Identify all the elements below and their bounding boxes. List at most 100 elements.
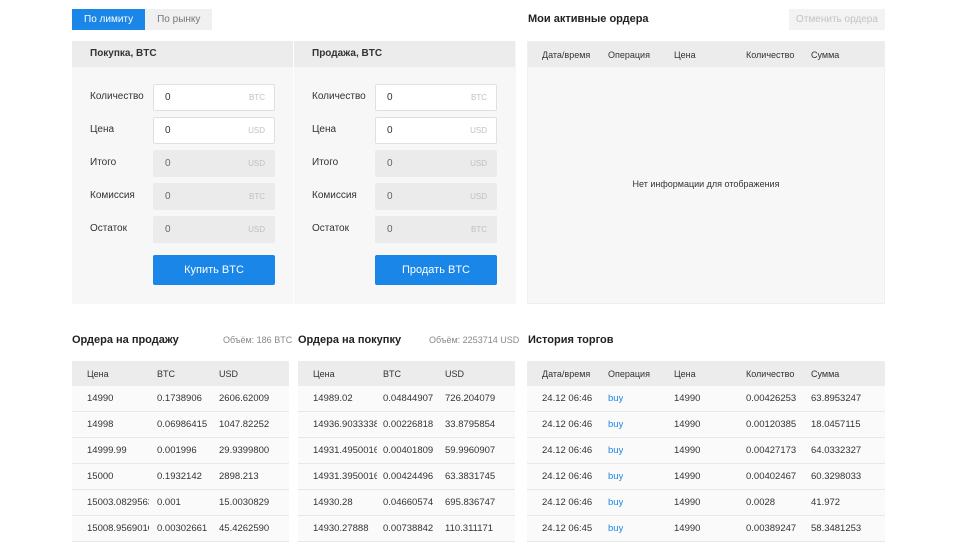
buy-total-label: Итого bbox=[90, 157, 117, 168]
table-row[interactable]: 15008.95690106 0.00302661 45.4262590 bbox=[72, 516, 289, 542]
sell-btc-button[interactable]: Продать BTC bbox=[375, 255, 497, 285]
history-datetime-cell: 24.12 06:45 bbox=[542, 523, 593, 534]
history-operation-cell: buy bbox=[608, 471, 624, 482]
buy-price-cell: 14989.02 bbox=[313, 393, 353, 404]
history-price-cell: 14990 bbox=[674, 445, 701, 456]
sell-price-label: Цена bbox=[312, 124, 337, 135]
table-row[interactable]: 14998 0.06986415 1047.82252 bbox=[72, 412, 289, 438]
buy-btc-cell: 0.00226818 bbox=[383, 419, 434, 430]
buy-usd-cell: 695.836747 bbox=[445, 497, 496, 508]
sell-price-input[interactable]: 0 USD bbox=[375, 117, 497, 144]
buy-fee-value: 0 bbox=[165, 191, 171, 202]
history-amount-cell: 0.00426253 bbox=[746, 393, 797, 404]
sell-orders-header: Цена BTC USD bbox=[72, 361, 289, 386]
buy-btc-button[interactable]: Купить BTC bbox=[153, 255, 275, 285]
table-row[interactable]: 14990 0.1738906 2606.62009 bbox=[72, 386, 289, 412]
table-row[interactable]: 15000 0.1932142 2898.213 bbox=[72, 464, 289, 490]
buy-total-field: 0 USD bbox=[153, 150, 275, 177]
buy-balance-label: Остаток bbox=[90, 223, 127, 234]
trade-history-title: История торгов bbox=[528, 334, 614, 346]
table-row[interactable]: 14930.28 0.04660574 695.836747 bbox=[298, 490, 515, 516]
sell-price-cell: 15008.95690106 bbox=[87, 523, 149, 534]
sell-balance-value: 0 bbox=[387, 224, 393, 235]
sell-total-unit: USD bbox=[470, 159, 487, 168]
sell-price-row: Цена 0 USD bbox=[294, 117, 515, 144]
cancel-orders-button[interactable]: Отменить ордера bbox=[789, 9, 885, 30]
history-operation-cell: buy bbox=[608, 497, 624, 508]
table-row[interactable]: 24.12 06:46 buy 14990 0.00120385 18.0457… bbox=[527, 412, 885, 438]
sell-price-value: 0 bbox=[387, 125, 393, 136]
buy-price-label: Цена bbox=[90, 124, 115, 135]
table-row[interactable]: 14936.90333389 0.00226818 33.8795854 bbox=[298, 412, 515, 438]
sell-balance-label: Остаток bbox=[312, 223, 349, 234]
history-sum-cell: 18.0457115 bbox=[811, 419, 861, 430]
active-col-amount: Количество bbox=[746, 50, 795, 60]
history-sum-cell: 64.0332327 bbox=[811, 445, 862, 456]
buy-fee-row: Комиссия 0 BTC bbox=[72, 183, 293, 210]
sell-usd-cell: 29.9399800 bbox=[219, 445, 270, 456]
buy-usd-cell: 59.9960907 bbox=[445, 445, 496, 456]
buy-usd-cell: 63.3831745 bbox=[445, 471, 496, 482]
table-row[interactable]: 15003.0829563 0.001 15.0030829 bbox=[72, 490, 289, 516]
table-row[interactable]: 14999.99 0.001996 29.9399800 bbox=[72, 438, 289, 464]
buy-orders-title: Ордера на покупку bbox=[298, 334, 402, 346]
buy-btc-cell: 0.04660574 bbox=[383, 497, 434, 508]
buy-form: Покупка, BTC Количество 0 BTC Цена 0 USD… bbox=[72, 41, 293, 304]
sell-amount-unit: BTC bbox=[471, 93, 487, 102]
sell-price-cell: 15003.0829563 bbox=[87, 497, 149, 508]
table-row[interactable]: 14931.49500167 0.00401809 59.9960907 bbox=[298, 438, 515, 464]
history-operation-cell: buy bbox=[608, 445, 624, 456]
sell-balance-row: Остаток 0 BTC bbox=[294, 216, 515, 243]
sell-btc-cell: 0.001 bbox=[157, 497, 181, 508]
table-row[interactable]: 24.12 06:46 buy 14990 0.00426253 63.8953… bbox=[527, 386, 885, 412]
sell-fee-value: 0 bbox=[387, 191, 393, 202]
history-price-cell: 14990 bbox=[674, 523, 701, 534]
history-price-cell: 14990 bbox=[674, 471, 701, 482]
sell-orders-volume: Объём: 186 BTC bbox=[223, 335, 293, 345]
history-datetime-cell: 24.12 06:46 bbox=[542, 393, 593, 404]
table-row[interactable]: 24.12 06:46 buy 14990 0.0028 41.972 bbox=[527, 490, 885, 516]
buy-price-input[interactable]: 0 USD bbox=[153, 117, 275, 144]
buy-amount-value: 0 bbox=[165, 92, 171, 103]
history-operation-cell: buy bbox=[608, 393, 624, 404]
buy-fee-label: Комиссия bbox=[90, 190, 135, 201]
buy-orders-table: Цена BTC USD 14989.02 0.04844907 726.204… bbox=[298, 361, 515, 545]
order-mode-tabs: По лимиту По рынку bbox=[72, 9, 213, 30]
buy-form-title: Покупка, BTC bbox=[72, 41, 293, 67]
buy-price-row: Цена 0 USD bbox=[72, 117, 293, 144]
buy-price-value: 0 bbox=[165, 125, 171, 136]
active-orders-title: Мои активные ордера bbox=[528, 13, 649, 25]
buy-usd-cell: 33.8795854 bbox=[445, 419, 496, 430]
buy-amount-label: Количество bbox=[90, 91, 144, 102]
table-row[interactable]: 14930.27888 0.00738842 110.311171 bbox=[298, 516, 515, 542]
sell-orders-table: Цена BTC USD 14990 0.1738906 2606.62009 … bbox=[72, 361, 289, 545]
sell-btc-cell: 0.06986415 bbox=[157, 419, 208, 430]
buy-orders-header: Цена BTC USD bbox=[298, 361, 515, 386]
buy-orders-volume: Объём: 2253714 USD bbox=[429, 335, 520, 345]
trade-history-header: Дата/время Операция Цена Количество Сумм… bbox=[527, 361, 885, 386]
buy-btc-cell: 0.00401809 bbox=[383, 445, 434, 456]
tab-market-order[interactable]: По рынку bbox=[145, 9, 213, 30]
table-row[interactable]: 14931.39500166 0.00424496 63.3831745 bbox=[298, 464, 515, 490]
sell-total-value: 0 bbox=[387, 158, 393, 169]
active-orders-header: Дата/время Операция Цена Количество Сумм… bbox=[528, 42, 884, 67]
history-amount-cell: 0.00427173 bbox=[746, 445, 797, 456]
history-col-operation: Операция bbox=[608, 369, 650, 379]
buy-usd-cell: 726.204079 bbox=[445, 393, 496, 404]
table-row[interactable]: 14989.02 0.04844907 726.204079 bbox=[298, 386, 515, 412]
sell-usd-cell: 45.4262590 bbox=[219, 523, 270, 534]
sell-usd-cell: 15.0030829 bbox=[219, 497, 270, 508]
buy-total-row: Итого 0 USD bbox=[72, 150, 293, 177]
sell-amount-input[interactable]: 0 BTC bbox=[375, 84, 497, 111]
table-row[interactable]: 24.12 06:46 buy 14990 0.00427173 64.0332… bbox=[527, 438, 885, 464]
sell-orders-title: Ордера на продажу bbox=[72, 334, 179, 346]
table-row[interactable]: 24.12 06:46 buy 14990 0.00402467 60.3298… bbox=[527, 464, 885, 490]
sell-amount-label: Количество bbox=[312, 91, 366, 102]
order-form-panel: Покупка, BTC Количество 0 BTC Цена 0 USD… bbox=[72, 41, 516, 304]
sell-col-usd: USD bbox=[219, 369, 239, 379]
active-orders-empty-message: Нет информации для отображения bbox=[632, 179, 780, 189]
table-row[interactable]: 24.12 06:45 buy 14990 0.00389247 58.3481… bbox=[527, 516, 885, 542]
history-datetime-cell: 24.12 06:46 bbox=[542, 471, 593, 482]
buy-amount-input[interactable]: 0 BTC bbox=[153, 84, 275, 111]
tab-limit-order[interactable]: По лимиту bbox=[72, 9, 146, 30]
